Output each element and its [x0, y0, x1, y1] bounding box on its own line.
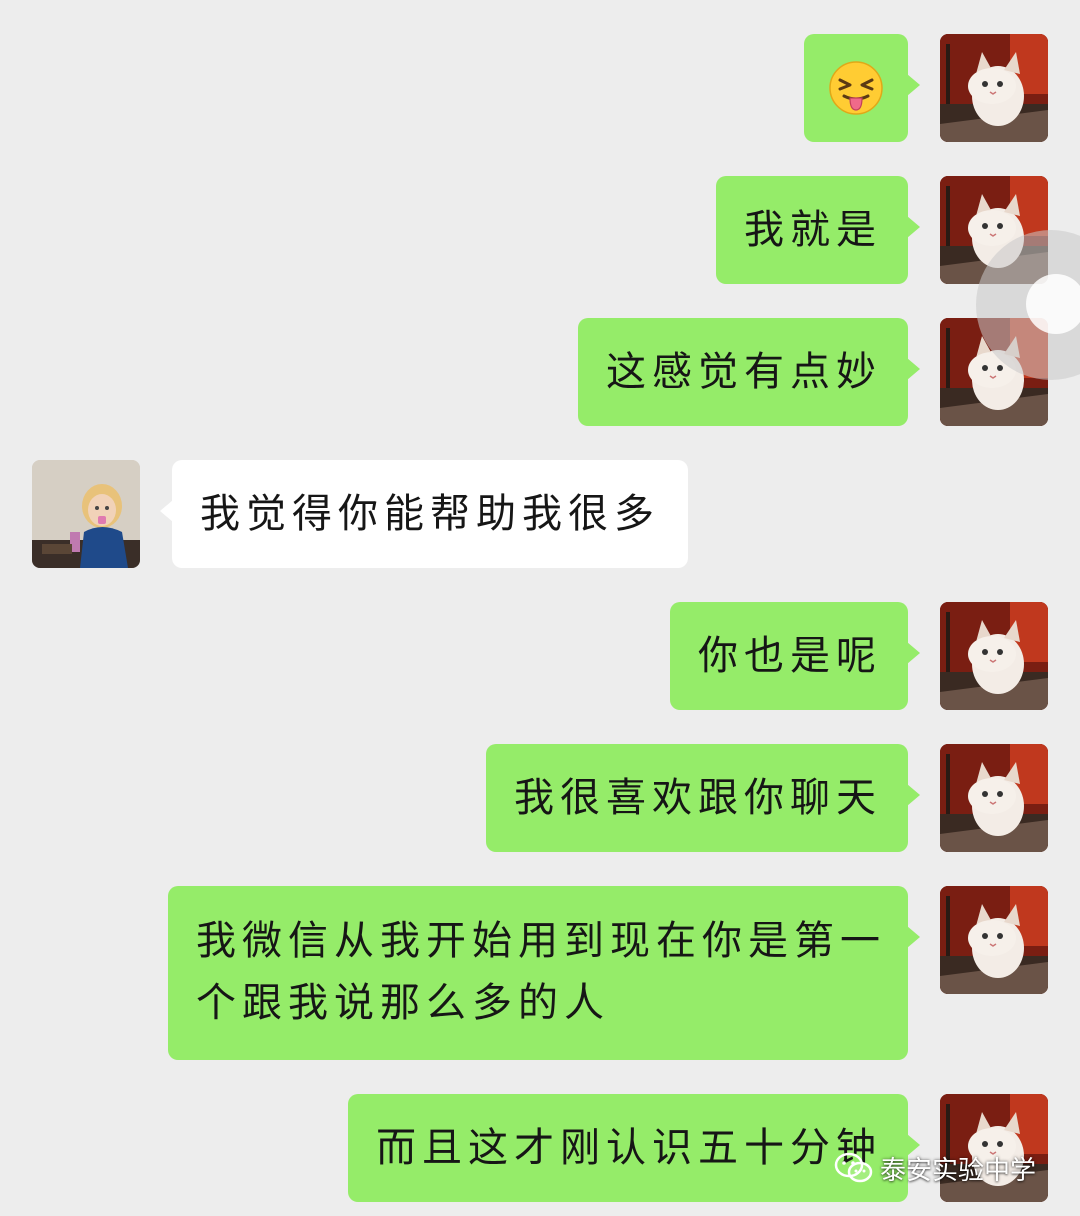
squinting-face-with-tongue-icon: [829, 61, 883, 115]
cat-photo: [940, 34, 1048, 142]
message-row: 这感觉有点妙: [0, 318, 1080, 426]
message-text: 这感觉有点妙: [606, 349, 882, 395]
message-text: 我就是: [744, 207, 882, 253]
message-row: [0, 34, 1080, 142]
message-bubble[interactable]: 我就是: [716, 176, 920, 284]
cat-photo: [940, 602, 1048, 710]
floating-ball-center: [1026, 274, 1080, 334]
my-avatar[interactable]: [940, 34, 1048, 142]
message-row: 我觉得你能帮助我很多: [0, 460, 1080, 568]
message-bubble[interactable]: 我微信从我开始用到现在你是第一 个跟我说那么多的人: [168, 886, 920, 1060]
message-text-line: 我微信从我开始用到现在你是第一: [196, 918, 886, 964]
my-avatar[interactable]: [940, 886, 1048, 994]
message-bubble[interactable]: 而且这才刚认识五十分钟: [348, 1094, 920, 1202]
watermark: 泰安实验中学: [834, 1146, 1036, 1190]
my-avatar[interactable]: [940, 744, 1048, 852]
message-row: 我很喜欢跟你聊天: [0, 744, 1080, 852]
message-text-line: 个跟我说那么多的人: [196, 980, 610, 1026]
wechat-icon: [834, 1152, 873, 1183]
message-text: 我很喜欢跟你聊天: [514, 775, 882, 821]
cat-photo: [940, 886, 1048, 994]
message-row: 我微信从我开始用到现在你是第一 个跟我说那么多的人: [0, 886, 1080, 1060]
message-bubble-emoji[interactable]: [804, 34, 920, 142]
message-bubble[interactable]: 你也是呢: [670, 602, 920, 710]
cat-photo: [940, 744, 1048, 852]
watermark-text: 泰安实验中学: [880, 1155, 1037, 1186]
chat-window: 我就是 这感觉有点妙 我觉得你能帮助我很多 你也是呢 我很喜欢跟你聊天 我微信从…: [0, 0, 1080, 1216]
message-bubble[interactable]: 我很喜欢跟你聊天: [486, 744, 920, 852]
message-text: 而且这才刚认识五十分钟: [376, 1125, 882, 1171]
message-row: 你也是呢: [0, 602, 1080, 710]
message-bubble[interactable]: 这感觉有点妙: [578, 318, 920, 426]
message-row: 我就是: [0, 176, 1080, 284]
child-photo: [32, 460, 140, 568]
message-bubble[interactable]: 我觉得你能帮助我很多: [160, 460, 688, 568]
contact-avatar[interactable]: [32, 460, 140, 568]
message-text: 你也是呢: [698, 633, 882, 679]
my-avatar[interactable]: [940, 602, 1048, 710]
message-text: 我觉得你能帮助我很多: [200, 491, 660, 537]
